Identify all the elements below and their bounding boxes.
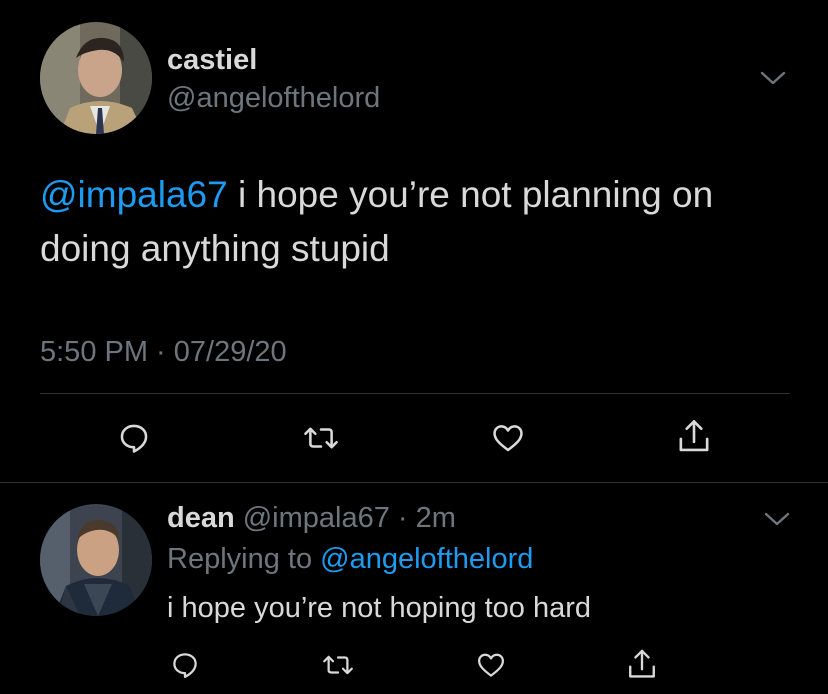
retweet-button[interactable] bbox=[300, 418, 342, 458]
replying-to: Replying to @angelofthelord bbox=[167, 545, 533, 574]
avatar-dean[interactable] bbox=[40, 504, 152, 616]
reply-icon bbox=[173, 653, 197, 678]
reply-author-name[interactable]: dean bbox=[167, 502, 235, 534]
tweet-time: 5:50 PM bbox=[40, 336, 148, 368]
author-name[interactable]: castiel bbox=[167, 46, 257, 75]
section-divider bbox=[0, 482, 828, 483]
tweet-text: @impala67 i hope you’re not planning on … bbox=[40, 168, 810, 276]
divider bbox=[40, 393, 790, 394]
meta-separator: · bbox=[148, 336, 174, 368]
reply-author-handle[interactable]: @impala67 bbox=[235, 502, 390, 534]
reply-reply-button[interactable] bbox=[167, 647, 203, 683]
replying-prefix: Replying to bbox=[167, 543, 321, 575]
share-button[interactable] bbox=[674, 414, 714, 458]
reply-icon bbox=[120, 424, 148, 453]
retweet-icon bbox=[304, 427, 338, 449]
reply-button[interactable] bbox=[114, 418, 154, 458]
chevron-down-icon[interactable] bbox=[758, 68, 788, 88]
tweet-date: 07/29/20 bbox=[173, 336, 287, 368]
reply-separator: · bbox=[389, 502, 416, 534]
reply-age[interactable]: 2m bbox=[416, 502, 456, 534]
retweet-icon bbox=[323, 655, 353, 675]
share-icon bbox=[629, 649, 655, 678]
like-button[interactable] bbox=[487, 418, 529, 458]
reply-text: i hope you’re not hoping too hard bbox=[167, 592, 592, 624]
author-handle[interactable]: @angelofthelord bbox=[167, 84, 380, 113]
share-icon bbox=[679, 420, 709, 452]
reply-retweet-button[interactable] bbox=[319, 647, 357, 683]
tweet-timestamp[interactable]: 5:50 PM · 07/29/20 bbox=[40, 336, 287, 369]
heart-icon bbox=[493, 425, 523, 452]
avatar-castiel[interactable] bbox=[40, 22, 152, 134]
reply-like-button[interactable] bbox=[473, 647, 509, 683]
reply-share-button[interactable] bbox=[624, 644, 660, 684]
replying-to-link[interactable]: @angelofthelord bbox=[320, 543, 533, 575]
chevron-down-icon[interactable] bbox=[762, 509, 792, 529]
heart-icon bbox=[478, 653, 504, 677]
mention-link[interactable]: @impala67 bbox=[40, 174, 228, 215]
reply-author-line[interactable]: dean @impala67 · 2m bbox=[167, 504, 456, 533]
